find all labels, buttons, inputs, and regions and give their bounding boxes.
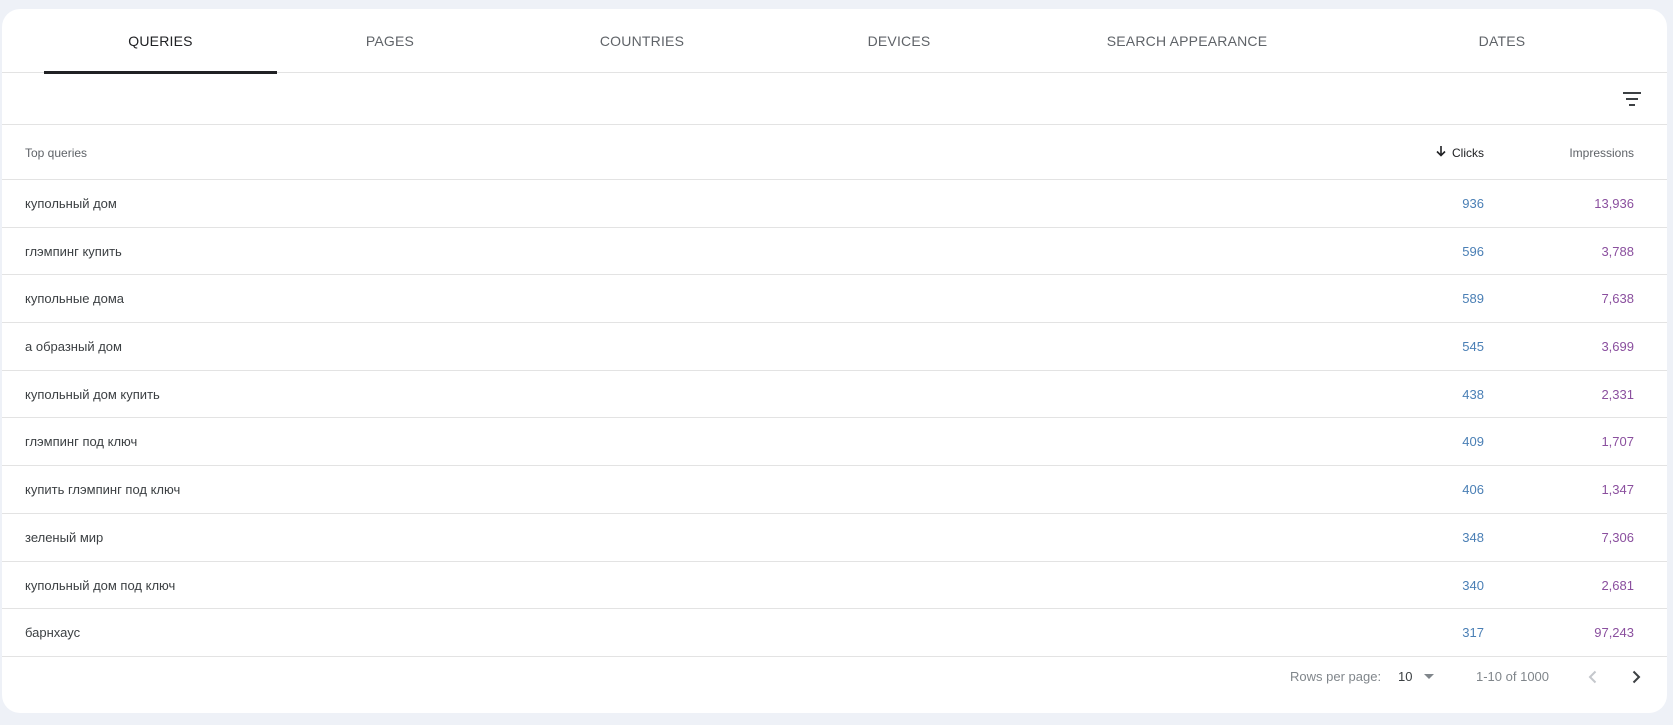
table-row[interactable]: купольные дома 589 7,638 [2, 275, 1667, 324]
tab-queries[interactable]: QUERIES [44, 9, 277, 74]
clicks-cell: 438 [1462, 386, 1484, 402]
table-row[interactable]: купольный дом 936 13,936 [2, 180, 1667, 228]
rows-per-page-label: Rows per page: [1290, 669, 1382, 684]
clicks-cell: 589 [1462, 291, 1484, 307]
filter-list-icon[interactable] [1618, 85, 1646, 113]
table-row[interactable]: купольный дом купить 438 2,331 [2, 371, 1667, 419]
table-row[interactable]: барнхаус 317 97,243 [2, 609, 1667, 657]
tab-pages[interactable]: PAGES [274, 9, 506, 73]
tab-dates[interactable]: DATES [1387, 9, 1617, 73]
impressions-cell: 1,707 [1601, 434, 1634, 450]
tab-search-appearance[interactable]: SEARCH APPEARANCE [1037, 9, 1337, 73]
pagination-bar: Rows per page: 10 1-10 of 1000 [2, 657, 1667, 697]
query-cell: зеленый мир [25, 529, 104, 545]
clicks-cell: 406 [1462, 482, 1484, 498]
impressions-cell: 97,243 [1594, 625, 1634, 641]
clicks-cell: 317 [1462, 625, 1484, 641]
rows-per-page-value: 10 [1398, 669, 1413, 684]
query-cell: барнхаус [25, 625, 81, 641]
clicks-cell: 596 [1462, 243, 1484, 259]
clicks-cell: 348 [1462, 529, 1484, 545]
impressions-cell: 2,331 [1601, 386, 1634, 402]
tab-devices[interactable]: DEVICES [784, 9, 1014, 73]
chevron-right-icon [1624, 670, 1648, 692]
arrow-down-icon [1435, 145, 1447, 160]
performance-table-card: QUERIES PAGES COUNTRIES DEVICES SEARCH A… [2, 9, 1667, 713]
clicks-cell: 545 [1462, 339, 1484, 355]
clicks-cell: 936 [1462, 196, 1484, 211]
table-body: купольный дом 936 13,936 глэмпинг купить… [2, 180, 1667, 657]
clicks-cell: 340 [1462, 577, 1484, 593]
header-impressions[interactable]: Impressions [1569, 146, 1634, 160]
tab-bar: QUERIES PAGES COUNTRIES DEVICES SEARCH A… [2, 9, 1667, 74]
table-row[interactable]: купольный дом под ключ 340 2,681 [2, 562, 1667, 610]
query-cell: купольный дом под ключ [25, 577, 176, 593]
query-cell: глэмпинг под ключ [25, 434, 138, 450]
impressions-cell: 3,699 [1601, 339, 1634, 355]
impressions-cell: 13,936 [1594, 196, 1634, 211]
query-cell: а образный дом [25, 339, 122, 355]
prev-page-button[interactable] [1581, 665, 1605, 689]
rows-per-page-select[interactable]: 10 [1398, 669, 1435, 684]
header-clicks-sort[interactable]: Clicks [1435, 145, 1484, 160]
query-cell: купольный дом купить [25, 386, 160, 402]
impressions-cell: 7,638 [1601, 291, 1634, 307]
clicks-cell: 409 [1462, 434, 1484, 450]
table-row[interactable]: глэмпинг под ключ 409 1,707 [2, 418, 1667, 467]
table-row[interactable]: а образный дом 545 3,699 [2, 323, 1667, 371]
query-cell: глэмпинг купить [25, 243, 122, 259]
chevron-left-icon [1581, 670, 1605, 692]
header-clicks-label: Clicks [1452, 145, 1484, 160]
query-cell: купить глэмпинг под ключ [25, 482, 181, 498]
dropdown-caret-icon [1424, 674, 1435, 679]
table-row[interactable]: купить глэмпинг под ключ 406 1,347 [2, 466, 1667, 514]
filter-row [2, 73, 1667, 125]
query-cell: купольные дома [25, 291, 125, 307]
table-row[interactable]: глэмпинг купить 596 3,788 [2, 228, 1667, 276]
tab-countries[interactable]: COUNTRIES [527, 9, 757, 73]
impressions-cell: 2,681 [1601, 577, 1634, 593]
impressions-cell: 7,306 [1601, 529, 1634, 545]
query-cell: купольный дом [25, 196, 117, 211]
table-row[interactable]: зеленый мир 348 7,306 [2, 514, 1667, 562]
next-page-button[interactable] [1624, 665, 1648, 689]
impressions-cell: 1,347 [1601, 482, 1634, 498]
header-top-queries: Top queries [25, 146, 88, 160]
page-range: 1-10 of 1000 [1476, 669, 1550, 684]
impressions-cell: 3,788 [1601, 243, 1634, 259]
table-header: Top queries Clicks Impressions [2, 125, 1667, 180]
